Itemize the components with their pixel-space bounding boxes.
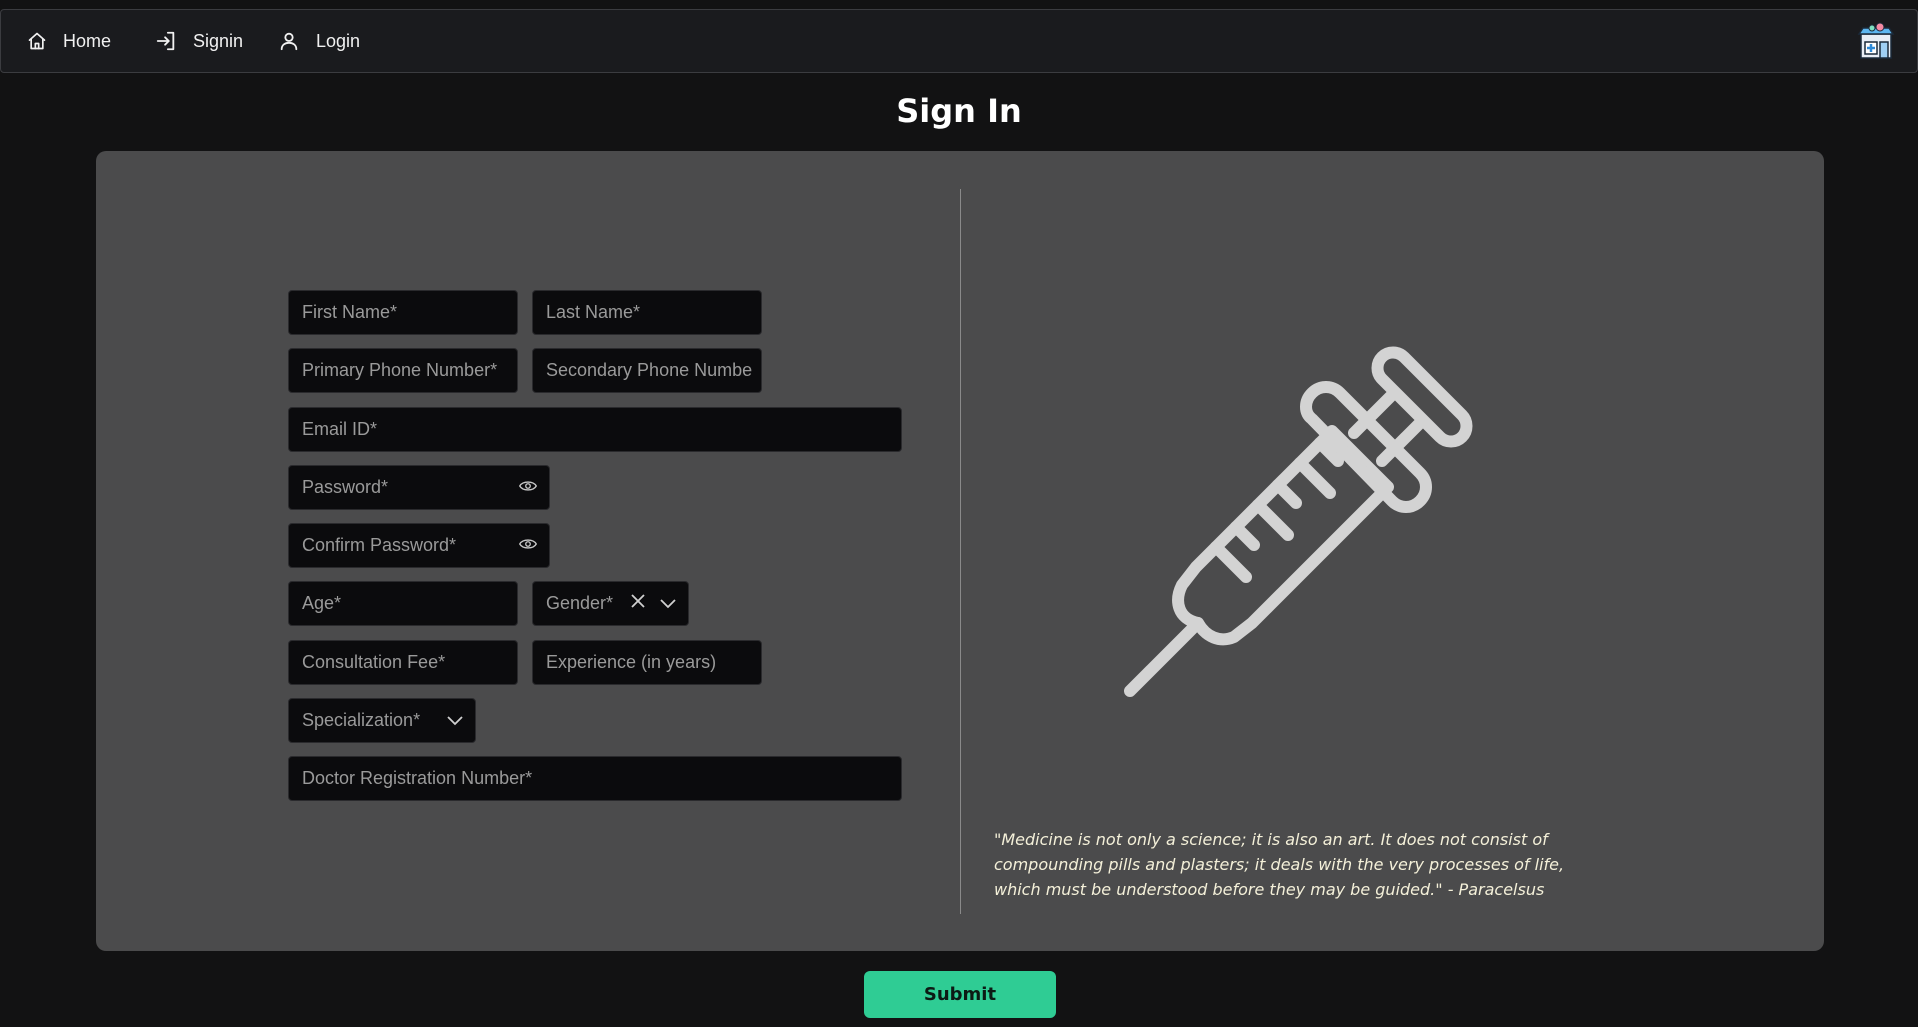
primary-phone-placeholder: Primary Phone Number* <box>302 360 498 380</box>
page-title: Sign In <box>896 92 1022 130</box>
sign-in-icon <box>155 30 177 52</box>
eye-icon[interactable] <box>518 477 538 498</box>
gender-placeholder: Gender* <box>546 593 614 613</box>
confirm-password-input[interactable]: Confirm Password* <box>288 523 550 568</box>
age-input[interactable]: Age* <box>288 581 518 626</box>
chevron-down-icon[interactable] <box>660 593 676 614</box>
last-name-input[interactable]: Last Name* <box>532 290 762 335</box>
submit-button[interactable]: Submit <box>864 971 1056 1018</box>
specialization-select[interactable]: Specialization* <box>288 698 476 743</box>
password-input[interactable]: Password* <box>288 465 550 510</box>
chevron-down-icon[interactable] <box>447 710 463 731</box>
consultation-fee-input[interactable]: Consultation Fee* <box>288 640 518 685</box>
top-navbar: Home Signin Login <box>0 9 1918 73</box>
consultation-fee-placeholder: Consultation Fee* <box>302 652 446 672</box>
vertical-divider <box>960 189 961 914</box>
nav-login-label: Login <box>316 30 361 51</box>
gender-select[interactable]: Gender* <box>532 581 689 626</box>
specialization-placeholder: Specialization* <box>302 710 421 730</box>
secondary-phone-placeholder: Secondary Phone Numbe <box>546 360 753 380</box>
confirm-password-placeholder: Confirm Password* <box>302 535 457 555</box>
first-name-placeholder: First Name* <box>302 302 398 322</box>
syringe-icon <box>1124 346 1473 697</box>
secondary-phone-input[interactable]: Secondary Phone Numbe <box>532 348 762 393</box>
registration-number-input[interactable]: Doctor Registration Number* <box>288 756 902 801</box>
nav-home-label: Home <box>63 30 112 51</box>
age-placeholder: Age* <box>302 593 342 613</box>
nav-signin-link[interactable]: Signin <box>155 21 243 61</box>
registration-number-placeholder: Doctor Registration Number* <box>302 768 533 788</box>
user-icon <box>278 30 300 52</box>
home-icon <box>27 31 47 51</box>
eye-icon[interactable] <box>518 535 538 556</box>
paracelsus-quote: "Medicine is not only a science; it is a… <box>994 830 1565 899</box>
experience-placeholder: Experience (in years) <box>546 652 717 672</box>
clear-icon[interactable] <box>630 593 646 614</box>
signup-card: First Name* Last Name* Primary Phone Num… <box>96 151 1824 951</box>
last-name-placeholder: Last Name* <box>546 302 641 322</box>
primary-phone-input[interactable]: Primary Phone Number* <box>288 348 518 393</box>
nav-login-link[interactable]: Login <box>278 21 360 61</box>
password-placeholder: Password* <box>302 477 389 497</box>
first-name-input[interactable]: First Name* <box>288 290 518 335</box>
nav-signin-label: Signin <box>193 30 244 51</box>
nav-home-link[interactable]: Home <box>27 21 111 61</box>
experience-input[interactable]: Experience (in years) <box>532 640 762 685</box>
email-input[interactable]: Email ID* <box>288 407 902 452</box>
pharmacy-store-icon[interactable] <box>1857 22 1895 60</box>
email-placeholder: Email ID* <box>302 419 378 439</box>
